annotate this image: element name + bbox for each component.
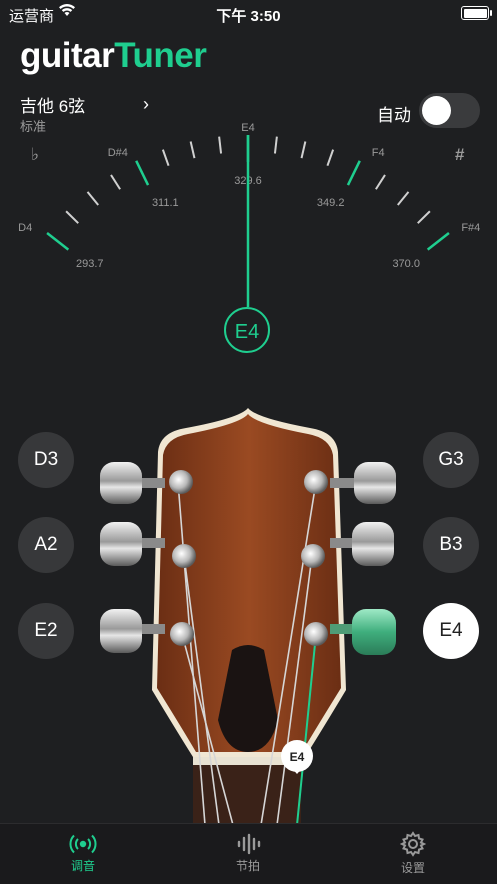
meter-note-label: D4 [18,222,32,234]
meter-tick [65,210,79,224]
status-time: 下午 3:50 [216,8,281,25]
peg-button-g3[interactable]: G3 [423,432,479,488]
meter-freq-label: 349.2 [317,197,345,209]
logo-part2: Tuner [114,36,207,75]
tuner-icon [69,834,97,854]
meter-note-label: F#4 [461,222,480,234]
svg-text:E4: E4 [290,750,305,764]
meter-freq-label: 293.7 [76,258,104,270]
gear-icon [400,831,426,857]
tab-bar: 调音 节拍 设置 [0,823,497,884]
peg-button-e4[interactable]: E4 [423,603,479,659]
current-note-indicator: E4 [224,307,270,353]
guitar-headstock: E4 [100,408,396,823]
meter-tick [110,174,121,190]
meter-tick [375,174,386,190]
app-logo: guitarTuner [20,36,207,76]
peg-button-b3[interactable]: B3 [423,517,479,573]
meter-freq-label: 370.0 [392,258,420,270]
tab-metronome[interactable]: 节拍 [188,824,308,884]
meter-tick [417,210,431,224]
tab-metronome-label: 节拍 [235,859,260,873]
metronome-icon [237,833,261,855]
instrument-selector[interactable]: 吉他 6弦 [20,92,85,117]
tab-settings-label: 设置 [400,861,425,875]
tab-tuner-label: 调音 [70,859,95,873]
meter-freq-label: 311.1 [152,197,179,209]
meter-tick [346,160,361,186]
meter-note-label: F4 [372,147,385,159]
peg-button-d3[interactable]: D3 [18,432,74,488]
meter-tick [273,136,278,154]
tab-tuner[interactable]: 调音 [23,824,143,884]
peg-button-a2[interactable]: A2 [18,517,74,573]
meter-tick [161,149,170,166]
status-bar: 运营商 下午 3:50 [0,0,497,26]
tuning-meter: D4293.7D#4311.1E4329.6F4349.2F#4370.0 [18,122,480,307]
meter-tick [46,232,70,251]
meter-tick [397,191,410,206]
tab-settings[interactable]: 设置 [353,824,473,884]
chevron-right-icon[interactable]: › [143,94,149,115]
battery-icon [461,6,492,20]
meter-tick [326,149,335,166]
meter-tick [218,136,223,154]
meter-tick [300,141,307,159]
meter-note-label: E4 [241,122,254,134]
meter-tick [135,160,150,186]
meter-note-label: D#4 [108,147,128,159]
meter-tick [86,191,99,206]
meter-tick [426,232,450,251]
meter-tick [189,141,196,159]
logo-part1: guitar [20,36,115,75]
peg-button-e2[interactable]: E2 [18,603,74,659]
